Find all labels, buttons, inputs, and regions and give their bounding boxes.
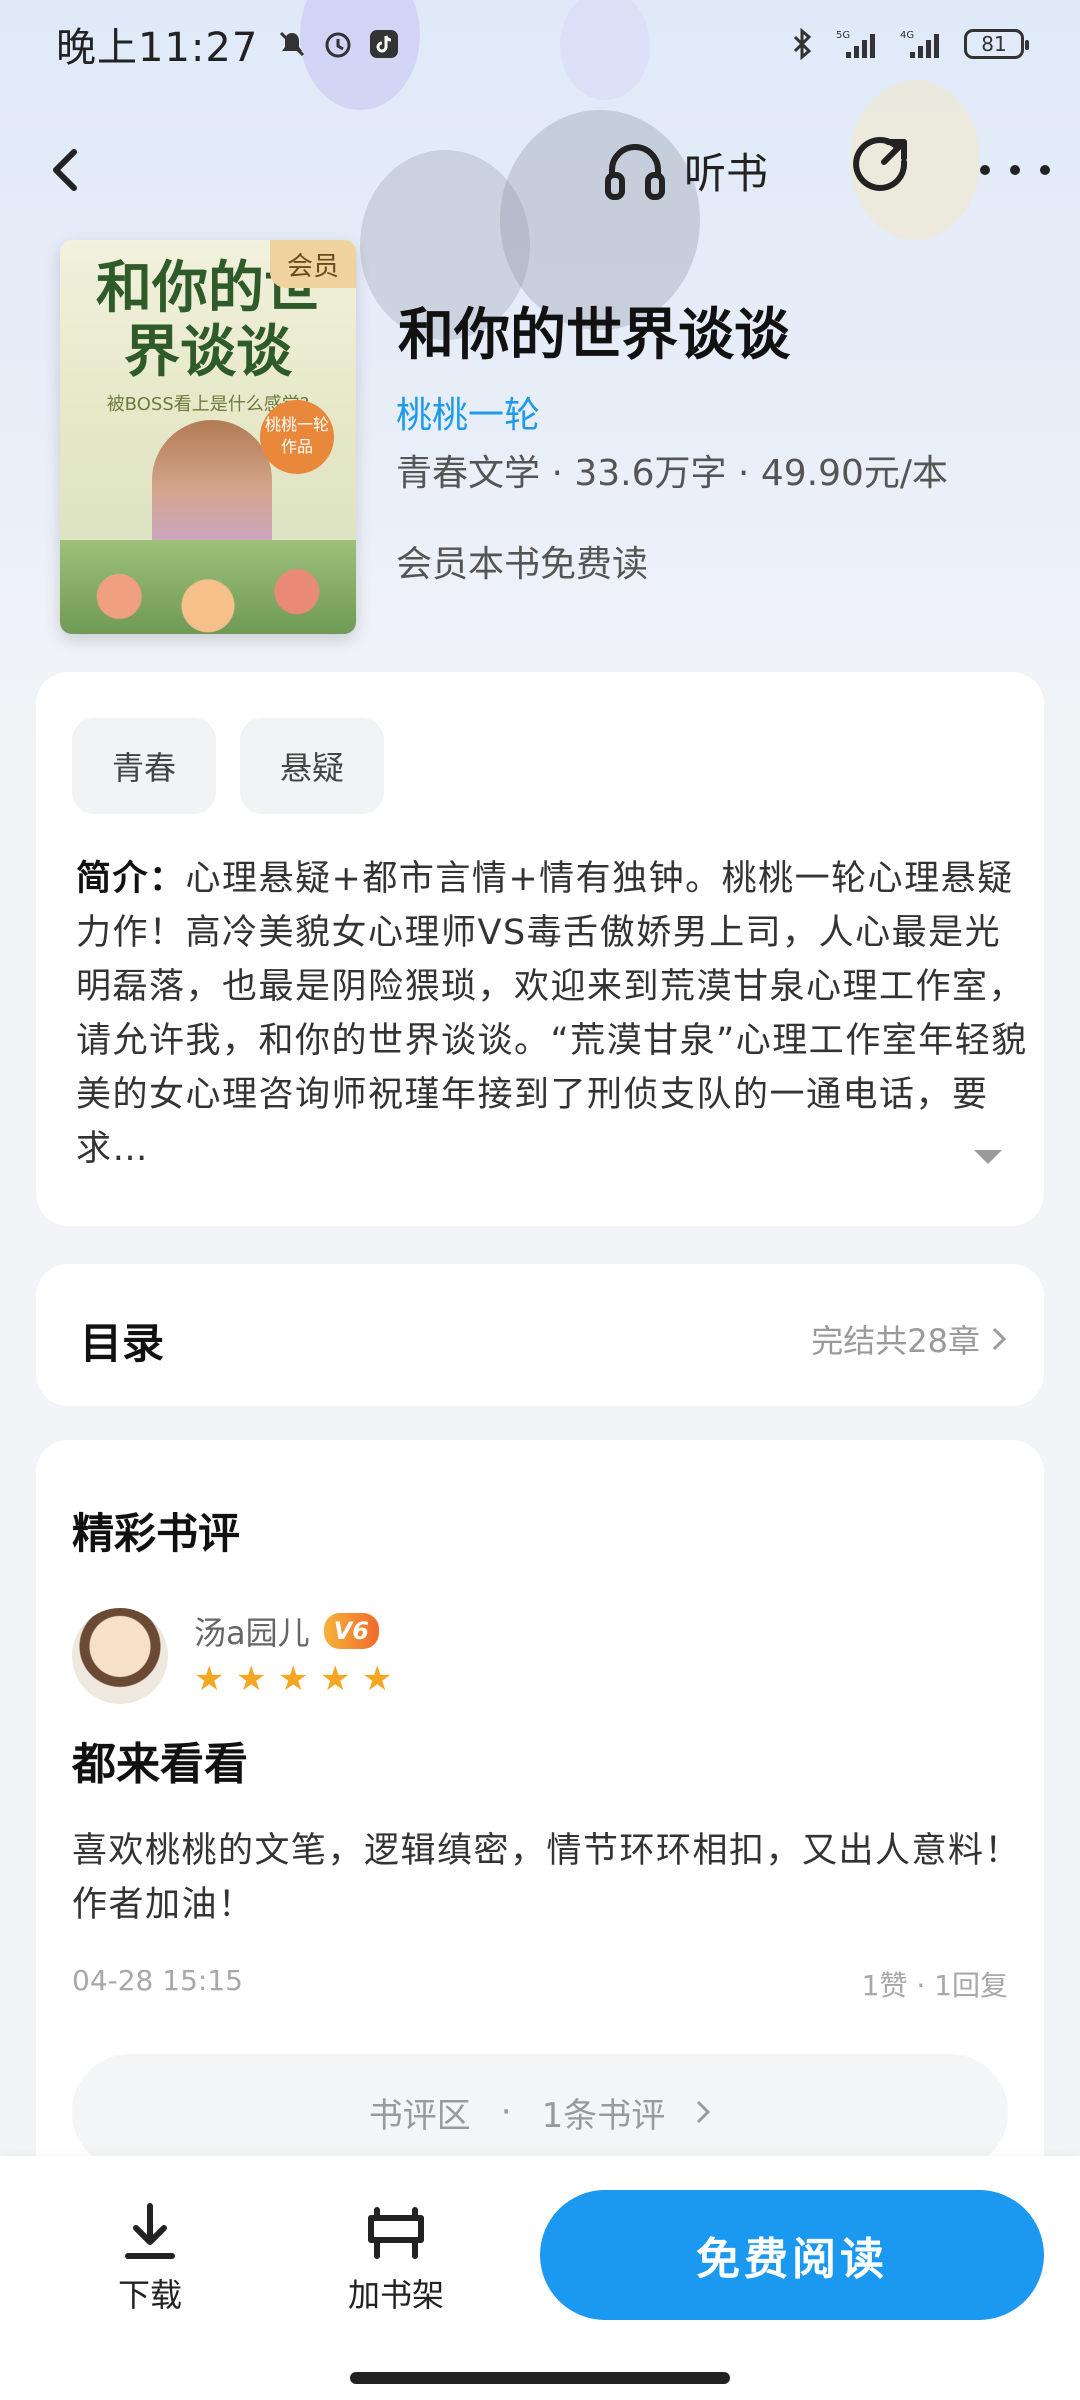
read-free-button[interactable]: 免费阅读 <box>540 2190 1044 2320</box>
rating-stars: ★ ★ ★ ★ ★ <box>194 1662 396 1696</box>
back-arrow-icon <box>53 149 77 191</box>
listen-label: 听书 <box>684 148 769 198</box>
reviewer-name[interactable]: 汤a园儿 <box>194 1608 310 1654</box>
review-card: 精彩书评 汤a园儿 V6 ★ ★ ★ ★ ★ 都来看看 喜欢桃桃的文笔，逻辑缜密，情节环… <box>36 1440 1044 2200</box>
svg-text:4G: 4G <box>900 30 914 41</box>
more-button[interactable] <box>980 140 1050 200</box>
battery-indicator: 81 <box>964 29 1029 59</box>
expand-arrow-icon[interactable] <box>974 1150 1002 1164</box>
status-time: 晚上11:27 <box>56 25 259 71</box>
intro-body: 心理悬疑+都市言情+情有独钟。桃桃一轮心理悬疑力作！高冷美貌女心理师VS毒舌傲娇… <box>76 859 1028 1169</box>
member-free-note: 会员本书免费读 <box>396 544 649 585</box>
review-title[interactable]: 都来看看 <box>72 1728 248 1792</box>
star-icon: ★ <box>320 1659 351 1699</box>
intro-label: 简介： <box>76 859 186 899</box>
signal-5g-icon: 5G <box>836 28 882 60</box>
avatar[interactable] <box>72 1608 168 1704</box>
intro-text[interactable]: 简介：心理悬疑+都市言情+情有独钟。桃桃一轮心理悬疑力作！高冷美貌女心理师VS毒… <box>76 852 1036 1176</box>
download-button[interactable]: 下载 <box>90 2200 210 2316</box>
review-time: 04-28 15:15 <box>72 1964 243 1997</box>
toc-card[interactable]: 目录 完结共28章 <box>36 1264 1044 1406</box>
review-stats: 1赞 · 1回复 <box>861 1969 1008 2002</box>
chevron-right-icon <box>992 1327 1007 1351</box>
tiktok-icon <box>368 28 400 60</box>
tag-suspense[interactable]: 悬疑 <box>240 718 384 814</box>
star-icon: ★ <box>362 1659 393 1699</box>
alarm-icon <box>322 28 354 60</box>
cover-flowers <box>60 540 356 634</box>
more-dot-icon <box>980 165 990 175</box>
toc-status-text: 完结共28章 <box>811 1322 980 1360</box>
vip-level-badge: V6 <box>323 1613 379 1649</box>
headphones-icon <box>605 144 665 200</box>
book-author-link[interactable]: 桃桃一轮 <box>396 386 540 438</box>
chevron-right-icon <box>697 2100 711 2124</box>
reviewer-info: 汤a园儿 V6 <box>194 1608 379 1654</box>
review-area-label: 书评区 <box>368 2095 471 2136</box>
vip-tag: 会员 <box>270 240 356 288</box>
intro-card: 青春 悬疑 简介：心理悬疑+都市言情+情有独钟。桃桃一轮心理悬疑力作！高冷美貌女… <box>36 672 1044 1226</box>
book-title: 和你的世界谈谈 <box>398 303 790 368</box>
download-icon <box>125 2203 175 2259</box>
bookshelf-icon <box>368 2207 424 2259</box>
home-indicator[interactable] <box>350 2372 730 2384</box>
svg-text:5G: 5G <box>836 30 850 41</box>
bottom-action-bar: 下载 加书架 免费阅读 <box>0 2156 1080 2400</box>
status-bar: 晚上11:27 5G 4G 81 <box>0 0 1080 88</box>
tag-youth[interactable]: 青春 <box>72 718 216 814</box>
book-cover[interactable]: 和你的世界谈谈 被BOSS看上是什么感觉? 桃桃一轮作品 <box>60 240 356 634</box>
share-button[interactable] <box>848 132 918 202</box>
toc-title: 目录 <box>80 1319 165 1368</box>
book-meta: 青春文学 · 33.6万字 · 49.90元/本 <box>396 453 949 494</box>
share-icon <box>853 136 908 191</box>
review-area-button[interactable]: 书评区 · 1条书评 <box>72 2054 1008 2170</box>
signal-4g-icon: 4G <box>900 28 946 60</box>
star-icon: ★ <box>278 1659 309 1699</box>
review-section-title: 精彩书评 <box>72 1509 241 1558</box>
toc-status: 完结共28章 <box>811 1316 1008 1362</box>
star-icon: ★ <box>236 1659 267 1699</box>
more-dot-icon <box>1040 165 1050 175</box>
star-icon: ★ <box>194 1659 225 1699</box>
cover-seal: 桃桃一轮作品 <box>260 400 334 474</box>
bluetooth-icon <box>786 28 818 60</box>
add-to-shelf-label: 加书架 <box>347 2276 444 2314</box>
review-area-separator: · <box>500 2092 512 2132</box>
more-dot-icon <box>1010 165 1020 175</box>
review-body[interactable]: 喜欢桃桃的文笔，逻辑缜密，情节环环相扣，又出人意料！作者加油！ <box>72 1824 1022 1932</box>
download-label: 下载 <box>117 2276 182 2314</box>
review-area-count: 1条书评 <box>541 2095 666 2136</box>
top-nav: 听书 <box>0 120 1080 220</box>
listen-button[interactable]: 听书 <box>600 130 768 210</box>
back-button[interactable] <box>40 138 100 202</box>
add-to-shelf-button[interactable]: 加书架 <box>336 2200 456 2316</box>
mute-icon <box>276 28 308 60</box>
